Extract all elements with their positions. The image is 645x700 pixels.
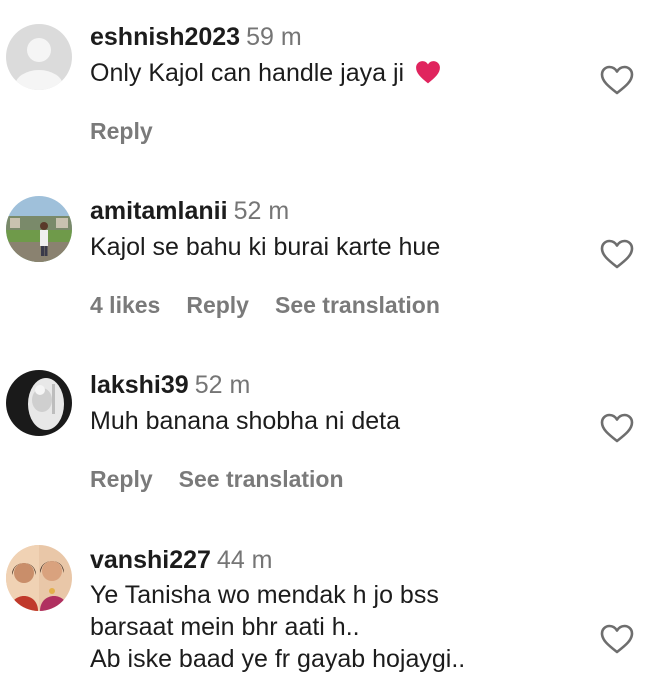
- comment-header: lakshi39 52 m: [90, 370, 590, 400]
- like-button[interactable]: [599, 238, 635, 270]
- heart-outline-icon: [600, 624, 634, 654]
- heart-outline-icon: [600, 65, 634, 95]
- comment-text-line: Ye Tanisha wo mendak h jo bss: [90, 581, 439, 609]
- comment-time: 59 m: [246, 23, 302, 51]
- avatar[interactable]: [6, 196, 72, 262]
- like-button[interactable]: [599, 412, 635, 444]
- see-translation-button[interactable]: See translation: [179, 466, 344, 493]
- like-button[interactable]: [599, 623, 635, 655]
- heart-outline-icon: [600, 239, 634, 269]
- avatar[interactable]: [6, 24, 72, 90]
- comment-text-content: Muh banana shobha ni deta: [90, 407, 400, 435]
- comment-text-content: Only Kajol can handle jaya ji: [90, 59, 405, 87]
- avatar[interactable]: [6, 545, 72, 611]
- comment-time: 52 m: [233, 197, 290, 225]
- comment-time: 52 m: [194, 371, 251, 399]
- default-avatar-icon: [6, 24, 72, 90]
- comment-text: Only Kajol can handle jaya ji: [90, 56, 590, 90]
- comment-text: Muh banana shobha ni deta: [90, 404, 590, 438]
- comment-body: eshnish2023 59 m Only Kajol can handle ja…: [90, 22, 590, 90]
- likes-count[interactable]: 4 likes: [90, 292, 160, 319]
- comment-text-content: Kajol se bahu ki burai karte hue: [90, 233, 441, 261]
- comment-body: vanshi227 44 m Ye Tanisha wo mendak h jo …: [90, 545, 590, 675]
- comment-time: 44 m: [216, 546, 273, 574]
- reply-button[interactable]: Reply: [186, 292, 249, 319]
- comment-text: Ye Tanisha wo mendak h jo bss barsaat me…: [90, 579, 590, 675]
- comment-actions: Reply: [90, 118, 153, 145]
- like-button[interactable]: [599, 64, 635, 96]
- avatar[interactable]: [6, 370, 72, 436]
- comment-actions: Reply See translation: [90, 466, 344, 493]
- red-heart-icon: [416, 61, 440, 84]
- username[interactable]: vanshi227: [90, 546, 211, 574]
- heart-outline-icon: [600, 413, 634, 443]
- comment-text-line: barsaat mein bhr aati h..: [90, 613, 360, 641]
- comment-text-line: Ab iske baad ye fr gayab hojaygi..: [90, 645, 466, 673]
- username[interactable]: lakshi39: [90, 371, 189, 399]
- comment-body: lakshi39 52 m Muh banana shobha ni deta: [90, 370, 590, 438]
- user-photo-icon: [6, 196, 72, 262]
- reply-button[interactable]: Reply: [90, 466, 153, 493]
- see-translation-button[interactable]: See translation: [275, 292, 440, 319]
- comment-body: amitamlanii 52 m Kajol se bahu ki burai k…: [90, 196, 590, 264]
- reply-button[interactable]: Reply: [90, 118, 153, 145]
- user-photo-icon: [6, 545, 72, 611]
- comment-header: eshnish2023 59 m: [90, 22, 590, 52]
- comment-actions: 4 likes Reply See translation: [90, 292, 440, 319]
- comment-header: vanshi227 44 m: [90, 545, 590, 575]
- username[interactable]: amitamlanii: [90, 197, 228, 225]
- comment-text: Kajol se bahu ki burai karte hue: [90, 230, 590, 264]
- user-photo-icon: [6, 370, 72, 436]
- username[interactable]: eshnish2023: [90, 23, 240, 51]
- comment-header: amitamlanii 52 m: [90, 196, 590, 226]
